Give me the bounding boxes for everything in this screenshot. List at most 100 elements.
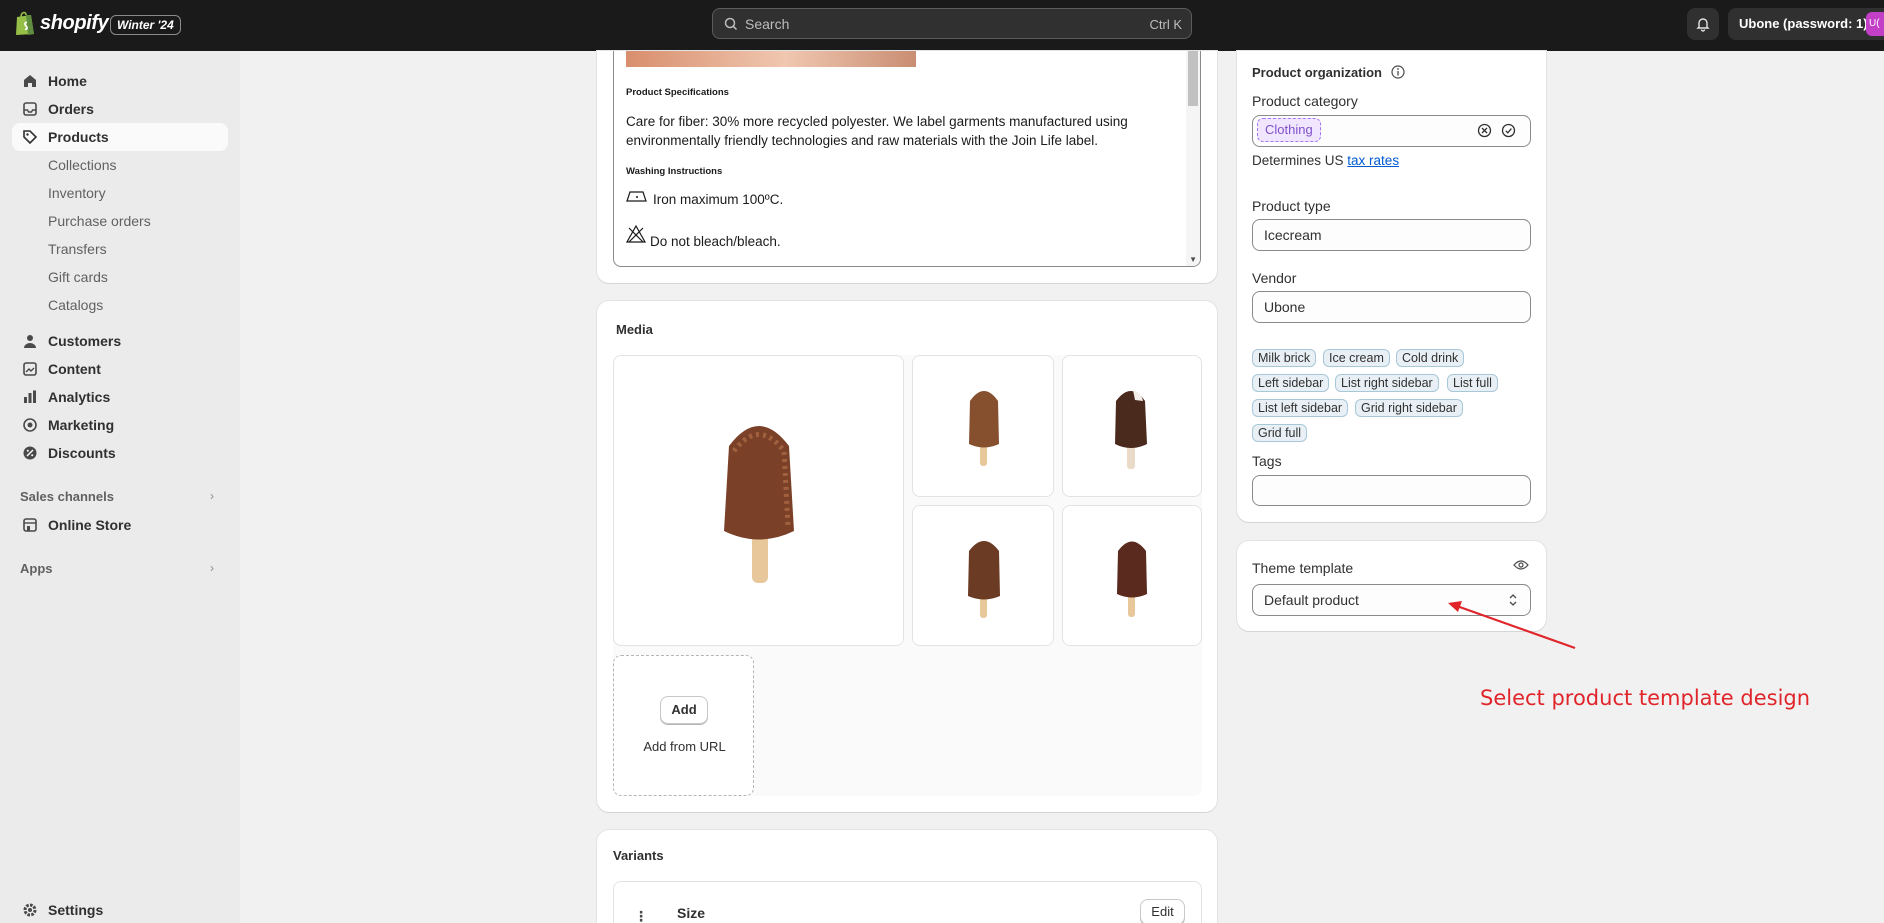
media-item-3[interactable] bbox=[1062, 355, 1202, 497]
avatar[interactable]: U( bbox=[1866, 12, 1884, 36]
vendor-value: Ubone bbox=[1264, 299, 1306, 315]
drag-handle-icon[interactable]: ⋮ bbox=[634, 908, 648, 923]
sidebar-item-label: Customers bbox=[48, 333, 122, 349]
collection-tag[interactable]: List full bbox=[1447, 374, 1498, 392]
check-circle-icon[interactable] bbox=[1501, 123, 1516, 138]
sidebar-item-label: Analytics bbox=[48, 389, 111, 405]
sidebar-item-online-store[interactable]: Online Store bbox=[12, 511, 228, 539]
sidebar-subitem-transfers[interactable]: Transfers bbox=[48, 241, 107, 257]
shopify-logo[interactable]: shopify bbox=[14, 10, 109, 36]
notifications-button[interactable] bbox=[1687, 8, 1719, 40]
search-shortcut: Ctrl K bbox=[1149, 17, 1183, 32]
media-title: Media bbox=[616, 322, 653, 337]
bell-icon bbox=[1696, 18, 1710, 32]
tax-note-prefix: Determines US bbox=[1252, 153, 1344, 168]
sidebar-item-products[interactable]: Products bbox=[12, 123, 228, 151]
description-editor[interactable]: Product Specifications Care for fiber: 3… bbox=[613, 51, 1201, 267]
sidebar-item-content[interactable]: Content bbox=[12, 355, 228, 383]
add-from-url-link[interactable]: Add from URL bbox=[614, 739, 755, 754]
care-text: Care for fiber: 30% more recycled polyes… bbox=[626, 114, 1128, 148]
description-image bbox=[626, 51, 916, 67]
sales-channels-heading[interactable]: Sales channels bbox=[20, 489, 114, 504]
sidebar-item-label: Settings bbox=[48, 902, 104, 918]
sidebar-item-label: Online Store bbox=[48, 517, 132, 533]
sidebar-item-settings[interactable]: Settings bbox=[12, 896, 228, 923]
annotation-text: Select product template design bbox=[1480, 686, 1811, 710]
collection-tag[interactable]: Left sidebar bbox=[1252, 374, 1330, 392]
collection-tag[interactable]: Cold drink bbox=[1396, 349, 1465, 367]
eye-icon[interactable] bbox=[1513, 559, 1529, 571]
tags-label: Tags bbox=[1252, 453, 1282, 469]
apps-heading[interactable]: Apps bbox=[20, 561, 53, 576]
sidebar-item-label: Orders bbox=[48, 101, 94, 117]
theme-template-label: Theme template bbox=[1252, 560, 1354, 576]
collection-tag[interactable]: Grid full bbox=[1252, 424, 1308, 442]
variants-title: Variants bbox=[613, 848, 664, 863]
vendor-label: Vendor bbox=[1252, 270, 1297, 286]
person-icon bbox=[24, 335, 36, 348]
brand-name: shopify bbox=[40, 11, 109, 34]
theme-template-value: Default product bbox=[1264, 592, 1359, 608]
sidebar-item-label: Home bbox=[48, 73, 87, 89]
sidebar-subitem-purchase-orders[interactable]: Purchase orders bbox=[48, 213, 151, 229]
content-icon bbox=[23, 362, 37, 376]
product-type-input[interactable]: Icecream bbox=[1252, 219, 1531, 251]
chevron-right-icon[interactable]: › bbox=[210, 561, 214, 575]
clear-circle-icon[interactable] bbox=[1477, 123, 1492, 138]
add-media-button[interactable]: Add bbox=[660, 696, 708, 724]
collection-tag[interactable]: Milk brick bbox=[1252, 349, 1317, 367]
info-icon[interactable] bbox=[1391, 65, 1405, 79]
media-item-4[interactable] bbox=[912, 505, 1054, 646]
sidebar-item-orders[interactable]: Orders bbox=[12, 95, 228, 123]
annotation-arrow bbox=[1448, 601, 1576, 650]
search-bar[interactable]: Search Ctrl K bbox=[712, 8, 1192, 39]
edit-variant-button[interactable]: Edit bbox=[1140, 899, 1185, 923]
scroll-down-arrow-icon[interactable]: ▼ bbox=[1189, 255, 1197, 264]
washing-heading: Washing Instructions bbox=[626, 166, 723, 177]
media-item-main[interactable] bbox=[613, 355, 904, 646]
search-placeholder: Search bbox=[745, 16, 790, 32]
gear-icon bbox=[23, 903, 37, 917]
sidebar-item-label: Discounts bbox=[48, 445, 116, 461]
target-icon bbox=[23, 418, 37, 432]
sidebar-item-home[interactable]: Home bbox=[12, 67, 228, 95]
media-upload-zone[interactable]: Add Add from URL bbox=[613, 655, 754, 796]
sidebar-subitem-gift-cards[interactable]: Gift cards bbox=[48, 269, 108, 285]
collection-tag[interactable]: Ice cream bbox=[1323, 349, 1390, 367]
scrollbar-thumb[interactable] bbox=[1188, 51, 1198, 106]
store-menu-button[interactable]: Ubone (password: 1) bbox=[1728, 8, 1884, 40]
vendor-input[interactable]: Ubone bbox=[1252, 291, 1531, 323]
product-type-value: Icecream bbox=[1264, 227, 1322, 243]
collection-tag[interactable]: List right sidebar bbox=[1335, 374, 1439, 392]
search-icon bbox=[724, 17, 738, 31]
sidebar-item-label: Content bbox=[48, 361, 101, 377]
sidebar-item-marketing[interactable]: Marketing bbox=[12, 411, 228, 439]
variant-option-name: Size bbox=[677, 905, 706, 921]
tax-rates-link[interactable]: tax rates bbox=[1347, 153, 1399, 168]
tags-input[interactable] bbox=[1252, 475, 1531, 506]
sidebar-subitem-inventory[interactable]: Inventory bbox=[48, 185, 106, 201]
sidebar-item-discounts[interactable]: Discounts bbox=[12, 439, 228, 467]
category-chip[interactable]: Clothing bbox=[1257, 118, 1321, 142]
editor-scrollbar[interactable]: ▼ bbox=[1186, 51, 1200, 266]
ice-cream-image bbox=[969, 391, 999, 466]
sidebar-item-customers[interactable]: Customers bbox=[12, 327, 228, 355]
iron-text: Iron maximum 100ºC. bbox=[653, 192, 784, 207]
ice-cream-image bbox=[968, 541, 1000, 618]
home-icon bbox=[24, 75, 36, 87]
ice-cream-image bbox=[724, 426, 794, 583]
chevron-right-icon[interactable]: › bbox=[210, 489, 214, 503]
sidebar bbox=[0, 51, 240, 923]
tag-icon bbox=[23, 130, 38, 145]
collection-tag[interactable]: Grid right sidebar bbox=[1355, 399, 1463, 417]
collection-tag[interactable]: List left sidebar bbox=[1252, 399, 1349, 417]
sidebar-item-analytics[interactable]: Analytics bbox=[12, 383, 228, 411]
sidebar-subitem-collections[interactable]: Collections bbox=[48, 157, 116, 173]
sidebar-subitem-catalogs[interactable]: Catalogs bbox=[48, 297, 103, 313]
product-type-label: Product type bbox=[1252, 198, 1331, 214]
discount-icon bbox=[23, 446, 37, 460]
tax-note: Determines US tax rates bbox=[1252, 153, 1399, 168]
media-item-2[interactable] bbox=[912, 355, 1054, 497]
ice-cream-image bbox=[1117, 541, 1147, 617]
media-item-5[interactable] bbox=[1062, 505, 1202, 646]
